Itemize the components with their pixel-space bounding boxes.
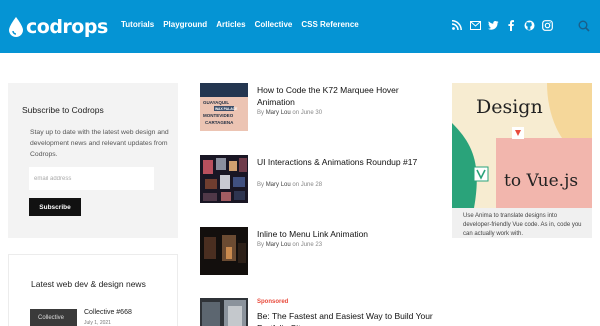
article-thumbnail[interactable]	[200, 155, 248, 203]
ad-line-2: to Vue.js	[504, 171, 578, 191]
ad-caption[interactable]: Use Anima to translate designs into deve…	[463, 212, 587, 239]
article-thumbnail[interactable]: GUAYAQUIL WAX PALACE MONTEVIDEO CARTAGEN…	[200, 83, 248, 131]
article-meta: By Mary Lou on June 23	[257, 242, 323, 248]
github-icon[interactable]	[523, 19, 535, 31]
rss-icon[interactable]	[451, 19, 463, 31]
article-meta: By Mary Lou on June 28	[257, 182, 323, 188]
subscribe-button[interactable]: Subscribe	[29, 198, 81, 216]
vue-icon	[473, 166, 489, 182]
nav-css-reference[interactable]: CSS Reference	[301, 20, 358, 29]
ad-image[interactable]: Design to Vue.js	[452, 83, 592, 208]
article-title[interactable]: UI Interactions & Animations Roundup #17	[257, 156, 437, 168]
news-thumbnail[interactable]: Collective	[30, 309, 77, 326]
instagram-icon[interactable]	[541, 19, 553, 31]
thumb1-text-1: GUAYAQUIL	[203, 100, 229, 105]
article-title[interactable]: How to Code the K72 Marquee Hover Animat…	[257, 84, 437, 108]
email-field[interactable]	[29, 167, 154, 190]
logo-text: codrops	[26, 16, 108, 38]
author-link[interactable]: Mary Lou	[266, 182, 291, 188]
article-thumbnail[interactable]	[200, 298, 248, 326]
site-header: codrops Tutorials Playground Articles Co…	[0, 0, 600, 53]
ad-line-1: Design	[476, 96, 543, 118]
article-meta: By Mary Lou on June 30	[257, 110, 323, 116]
nav-articles[interactable]: Articles	[216, 20, 245, 29]
article-thumbnail[interactable]	[200, 227, 248, 275]
sponsored-label: Sponsored	[257, 299, 289, 305]
facebook-icon[interactable]	[505, 19, 517, 31]
thumb1-text-4: CARTAGENA	[205, 120, 234, 125]
article-title[interactable]: Inline to Menu Link Animation	[257, 228, 437, 240]
thumb1-text-2: WAX PALACE	[215, 107, 238, 111]
subscribe-title: Subscribe to Codrops	[22, 105, 104, 115]
social-links	[451, 19, 559, 31]
article-title[interactable]: Be: The Fastest and Easiest Way to Build…	[257, 310, 437, 326]
nav-collective[interactable]: Collective	[255, 20, 293, 29]
drop-logo-icon	[9, 17, 23, 37]
twitter-icon[interactable]	[487, 19, 499, 31]
news-item-date: July 1, 2021	[84, 320, 111, 326]
author-link[interactable]: Mary Lou	[266, 242, 291, 248]
mail-icon[interactable]	[469, 19, 481, 31]
figma-icon	[512, 127, 524, 139]
nav-tutorials[interactable]: Tutorials	[121, 20, 154, 29]
main-nav: Tutorials Playground Articles Collective…	[121, 20, 368, 29]
codrops-logo[interactable]: codrops	[8, 13, 108, 41]
news-title: Latest web dev & design news	[31, 279, 146, 289]
search-icon[interactable]	[578, 20, 590, 32]
author-link[interactable]: Mary Lou	[266, 110, 291, 116]
subscribe-text: Stay up to date with the latest web desi…	[30, 129, 169, 158]
thumb1-text-3: MONTEVIDEO	[203, 113, 234, 118]
nav-playground[interactable]: Playground	[163, 20, 207, 29]
news-item-title[interactable]: Collective #668	[84, 309, 132, 316]
